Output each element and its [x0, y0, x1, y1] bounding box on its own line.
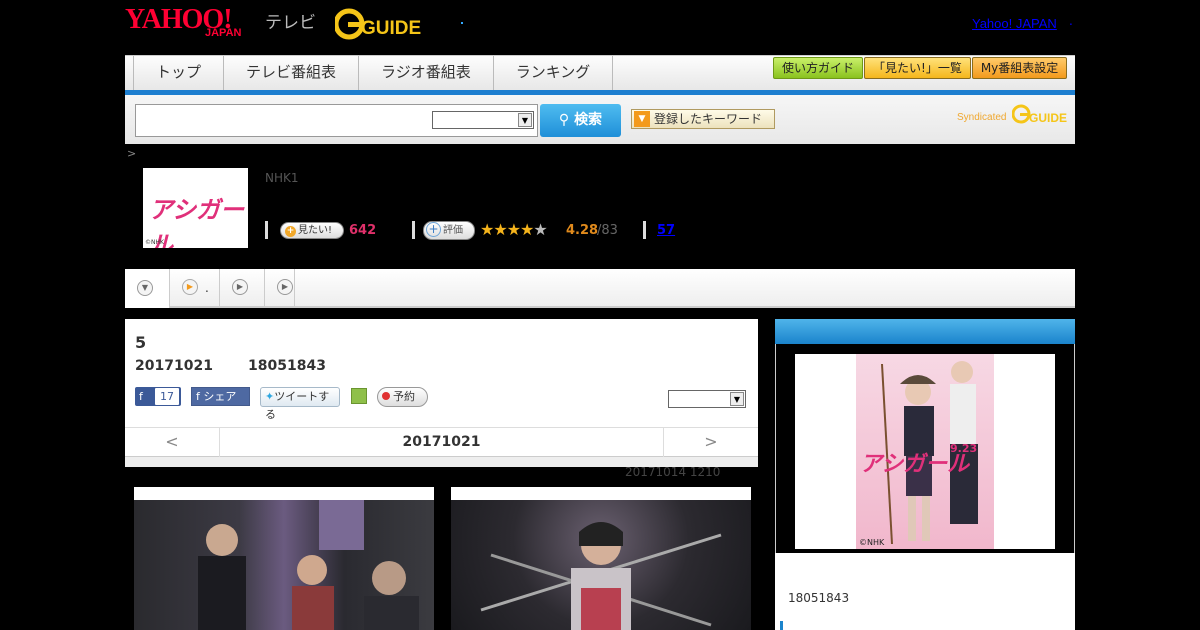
syndicated-text: Syndicated [957, 112, 1007, 123]
want-to-watch-button[interactable]: + 見たい! [280, 222, 344, 239]
facebook-share-label: シェア [203, 390, 237, 403]
rating-score: 4.28 [566, 223, 599, 238]
search-button[interactable]: ⚲ 検索 [540, 104, 621, 137]
rate-button[interactable]: + 評価 [423, 221, 475, 240]
syndicated-logo-text: GUIDE [1029, 111, 1067, 125]
subtab-2[interactable]: ▶ . [170, 269, 220, 308]
scene-photo-figures [198, 500, 419, 630]
star-empty-icon: ★ [533, 220, 547, 239]
want-to-watch-count: 642 [349, 223, 377, 238]
program-poster[interactable]: アシガール 9.23 ©NHK [856, 354, 994, 549]
play-icon: ▶ [232, 279, 248, 295]
my-schedule-settings-button[interactable]: My番組表設定 [971, 57, 1068, 79]
want-to-watch-label: 見たい! [298, 225, 333, 236]
svg-text:GUIDE: GUIDE [361, 18, 421, 39]
gguide-logo[interactable]: GUIDE [335, 8, 427, 40]
next-episode-button[interactable]: > [663, 427, 758, 457]
nav-tab-tv-schedule[interactable]: テレビ番組表 [223, 56, 358, 91]
stat-separator [643, 221, 646, 239]
yahoo-japan-logo-text: JAPAN [205, 27, 242, 39]
tv-logo-text[interactable]: テレビ [265, 8, 316, 33]
reserve-label: 予約 [393, 390, 415, 403]
nav-tab-top[interactable]: トップ [133, 56, 223, 91]
star-icon: ★ [520, 220, 534, 239]
stat-separator [265, 221, 268, 239]
episode-select[interactable]: ▼ [668, 390, 746, 408]
star-icon: ★ [480, 220, 494, 239]
facebook-share-button[interactable]: f シェア [191, 387, 250, 406]
registered-keywords-label: 登録したキーワード [654, 112, 763, 126]
channel-name: NHK1 [265, 171, 299, 185]
record-icon [382, 392, 390, 400]
star-icon: ★ [506, 220, 521, 239]
nav-utility-buttons: 使い方ガイド 「見たい!」一覧 My番組表設定 [773, 57, 1068, 79]
header-dot [461, 22, 463, 24]
tweet-button[interactable]: ✦ツイートする [260, 387, 340, 421]
facebook-icon: f [139, 390, 143, 403]
rating-count: /83 [597, 223, 618, 238]
comment-count-link[interactable]: 57 [657, 223, 675, 238]
sidebar-header [775, 319, 1075, 344]
syndicated-gguide-logo: GUIDE [1012, 104, 1067, 125]
header-link-dot: . [1069, 14, 1073, 28]
global-nav-tabs: トップ テレビ番組表 ラジオ番組表 ランキング [133, 56, 614, 91]
subtab-1[interactable]: ▼ [125, 269, 170, 308]
subtab-3[interactable]: ▶ [220, 269, 265, 308]
play-icon: ▶ [182, 279, 198, 295]
episode-title: 5 [135, 333, 147, 352]
plus-icon: + [426, 222, 441, 237]
chevron-down-icon: ▼ [730, 392, 744, 406]
pager-date: 20171021 [402, 434, 481, 450]
star-icon: ★ [493, 220, 507, 239]
want-to-watch-list-button[interactable]: 「見たい!」一覧 [864, 57, 971, 79]
arrow-down-icon: ▼ [634, 111, 650, 127]
poster-copyright: ©NHK [859, 538, 885, 547]
twitter-icon: ✦ [265, 390, 275, 403]
facebook-like-count: 17 [155, 388, 179, 405]
stat-separator [412, 221, 415, 239]
search-scope-select[interactable]: ▼ [432, 111, 534, 129]
breadcrumb: > [127, 147, 137, 160]
play-icon: ▶ [277, 279, 293, 295]
thumbnail-copyright: ©NHK [145, 239, 164, 246]
sidebar-code: 18051843 [788, 591, 850, 605]
rate-label: 評価 [443, 225, 463, 236]
scene-photo-figures [480, 522, 722, 630]
episode-code: 18051843 [248, 358, 326, 374]
guide-button[interactable]: 使い方ガイド [773, 57, 864, 79]
plus-icon: + [285, 226, 296, 237]
program-subtabs: ▼ ▶ . ▶ ▶ [125, 269, 1075, 308]
registered-keywords-button[interactable]: ▼ 登録したキーワード [631, 109, 775, 129]
original-air-info: 20171014 1210 [625, 465, 721, 479]
facebook-like-button[interactable]: f 17 [135, 387, 181, 406]
nav-tab-ranking[interactable]: ランキング [492, 56, 614, 91]
scene-photo[interactable] [451, 500, 751, 630]
nav-tab-radio-schedule[interactable]: ラジオ番組表 [358, 56, 493, 91]
subtab-4[interactable]: ▶ [265, 269, 295, 308]
rating-stars: ★★★★★ [480, 220, 548, 239]
search-icon: ⚲ [558, 112, 570, 128]
poster-date: 9.23 [950, 442, 978, 455]
reserve-button[interactable]: 予約 [377, 387, 428, 407]
chevron-down-icon: ▼ [137, 280, 153, 296]
sidebar-accent-mark [780, 621, 783, 630]
search-button-label: 検索 [574, 112, 603, 128]
scene-photo[interactable] [134, 500, 434, 630]
episode-date: 20171021 [135, 358, 213, 374]
subtab-label: . [205, 281, 209, 295]
previous-episode-button[interactable]: < [125, 427, 220, 457]
bookmark-icon[interactable] [351, 388, 367, 404]
yahoo-japan-link[interactable]: Yahoo! JAPAN [972, 16, 1057, 31]
facebook-icon: f [196, 390, 200, 403]
chevron-down-icon: ▼ [518, 113, 532, 127]
program-thumbnail[interactable]: アシガール ©NHK [143, 168, 248, 248]
